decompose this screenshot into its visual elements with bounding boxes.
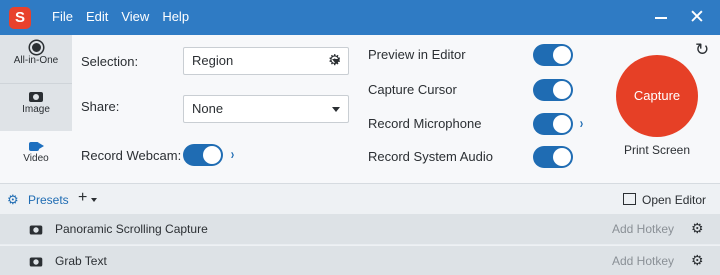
menu-file[interactable]: File bbox=[52, 9, 73, 24]
open-editor-button[interactable]: Open Editor bbox=[642, 193, 706, 207]
menu-bar: File Edit View Help bbox=[52, 9, 189, 24]
microphone-options-chevron-icon[interactable]: › bbox=[580, 116, 584, 131]
record-system-audio-toggle[interactable] bbox=[533, 146, 573, 168]
selection-value: Region bbox=[192, 53, 234, 68]
preset-name: Panoramic Scrolling Capture bbox=[55, 222, 208, 236]
capture-cursor-toggle[interactable] bbox=[533, 79, 573, 101]
add-hotkey-button[interactable]: Add Hotkey bbox=[612, 222, 674, 236]
share-label: Share: bbox=[81, 99, 120, 114]
minimize-icon[interactable] bbox=[655, 17, 667, 19]
add-preset-chevron-down-icon[interactable] bbox=[91, 198, 97, 202]
record-microphone-toggle[interactable] bbox=[533, 113, 573, 135]
add-hotkey-button[interactable]: Add Hotkey bbox=[612, 254, 674, 268]
capture-cursor-label: Capture Cursor bbox=[368, 82, 457, 97]
mode-image[interactable]: Image bbox=[0, 83, 72, 131]
open-editor-icon[interactable] bbox=[623, 193, 636, 205]
preset-settings-gear-icon[interactable]: ⚙ bbox=[691, 221, 704, 235]
selection-label: Selection: bbox=[81, 54, 139, 69]
mode-video[interactable]: Video bbox=[0, 133, 72, 181]
close-icon[interactable]: ✕ bbox=[689, 8, 705, 27]
mode-all-in-one-label: All-in-One bbox=[13, 55, 59, 66]
camera-icon bbox=[29, 225, 43, 235]
presets-bar: ⚙ Presets + Open Editor bbox=[0, 183, 720, 214]
camera-icon bbox=[29, 92, 43, 102]
presets-gear-icon[interactable]: ⚙ bbox=[7, 192, 19, 208]
webcam-toggle[interactable] bbox=[183, 144, 223, 166]
share-value: None bbox=[192, 101, 224, 116]
webcam-label: Record Webcam: bbox=[81, 148, 182, 163]
record-microphone-label: Record Microphone bbox=[368, 116, 482, 131]
mode-selector: All-in-One Image Video bbox=[0, 35, 72, 183]
mode-video-label: Video bbox=[23, 153, 49, 164]
add-preset-icon[interactable]: + bbox=[78, 189, 87, 207]
reset-icon[interactable]: ↻ bbox=[695, 41, 709, 58]
app-logo-icon[interactable]: S bbox=[9, 7, 31, 29]
mode-image-label: Image bbox=[22, 104, 50, 115]
menu-edit[interactable]: Edit bbox=[86, 9, 108, 24]
presets-button[interactable]: Presets bbox=[28, 193, 69, 207]
preset-name: Grab Text bbox=[55, 254, 107, 268]
title-bar: S File Edit View Help ✕ bbox=[0, 0, 720, 35]
menu-view[interactable]: View bbox=[121, 9, 149, 24]
preset-row[interactable]: Panoramic Scrolling Capture Add Hotkey ⚙ bbox=[0, 214, 720, 244]
camera-icon bbox=[29, 257, 43, 267]
record-circle-icon bbox=[29, 41, 43, 54]
video-camera-icon bbox=[28, 142, 39, 151]
preview-in-editor-toggle[interactable] bbox=[533, 44, 573, 66]
selection-dropdown[interactable]: Region bbox=[183, 47, 349, 75]
share-dropdown[interactable]: None bbox=[183, 95, 349, 123]
selection-settings-gear-icon[interactable]: ⚙ bbox=[328, 53, 341, 68]
preset-row[interactable]: Grab Text Add Hotkey ⚙ bbox=[0, 245, 720, 275]
menu-help[interactable]: Help bbox=[162, 9, 189, 24]
chevron-down-icon bbox=[332, 107, 340, 112]
preview-in-editor-label: Preview in Editor bbox=[368, 47, 466, 62]
capture-button[interactable]: Capture bbox=[616, 55, 698, 137]
webcam-options-chevron-icon[interactable]: › bbox=[231, 147, 235, 162]
preset-settings-gear-icon[interactable]: ⚙ bbox=[691, 253, 704, 267]
capture-shortcut: Print Screen bbox=[623, 143, 691, 157]
record-system-audio-label: Record System Audio bbox=[368, 149, 494, 164]
mode-all-in-one[interactable]: All-in-One bbox=[0, 35, 72, 83]
